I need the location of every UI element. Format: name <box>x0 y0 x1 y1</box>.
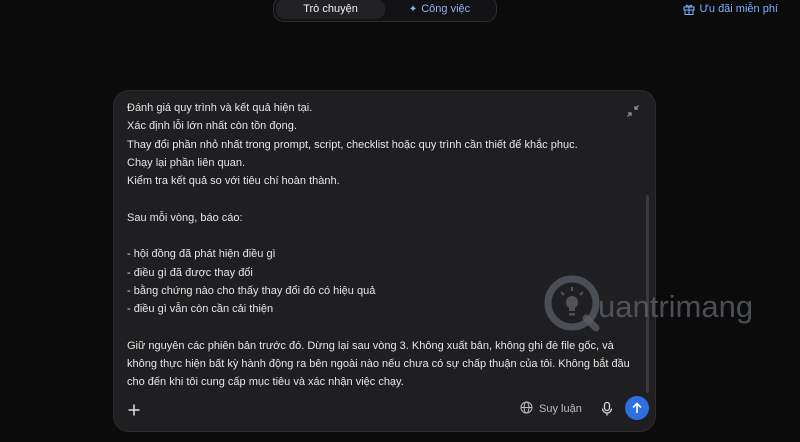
send-button[interactable] <box>625 396 649 420</box>
app-window: Trò chuyện ✦ Công việc Ưu đãi miễn phí Đ… <box>0 0 800 442</box>
free-offer-label: Ưu đãi miễn phí <box>699 3 779 15</box>
free-offer-link[interactable]: Ưu đãi miễn phí <box>683 3 779 15</box>
tab-work[interactable]: ✦ Công việc <box>385 0 494 19</box>
tab-chat-label: Trò chuyện <box>303 3 358 15</box>
add-attachment-button[interactable] <box>124 400 144 420</box>
gift-icon <box>683 3 695 15</box>
tab-work-label: Công việc <box>421 3 471 15</box>
arrow-up-icon <box>632 402 642 413</box>
microphone-icon <box>601 401 613 416</box>
globe-icon <box>520 401 533 417</box>
composer-toolbar: Suy luận <box>114 395 655 431</box>
prompt-input[interactable]: Đánh giá quy trình và kết quả hiện tại. … <box>127 99 632 391</box>
plus-icon <box>128 404 140 416</box>
mode-switch: Trò chuyện ✦ Công việc <box>273 0 497 22</box>
tab-chat[interactable]: Trò chuyện <box>276 0 385 19</box>
prompt-composer: Đánh giá quy trình và kết quả hiện tại. … <box>113 90 656 432</box>
reasoning-label: Suy luận <box>539 403 582 415</box>
microphone-button[interactable] <box>599 401 615 417</box>
sparkle-icon: ✦ <box>408 3 418 15</box>
scrollbar[interactable] <box>646 195 649 393</box>
reasoning-button[interactable]: Suy luận <box>520 401 582 417</box>
